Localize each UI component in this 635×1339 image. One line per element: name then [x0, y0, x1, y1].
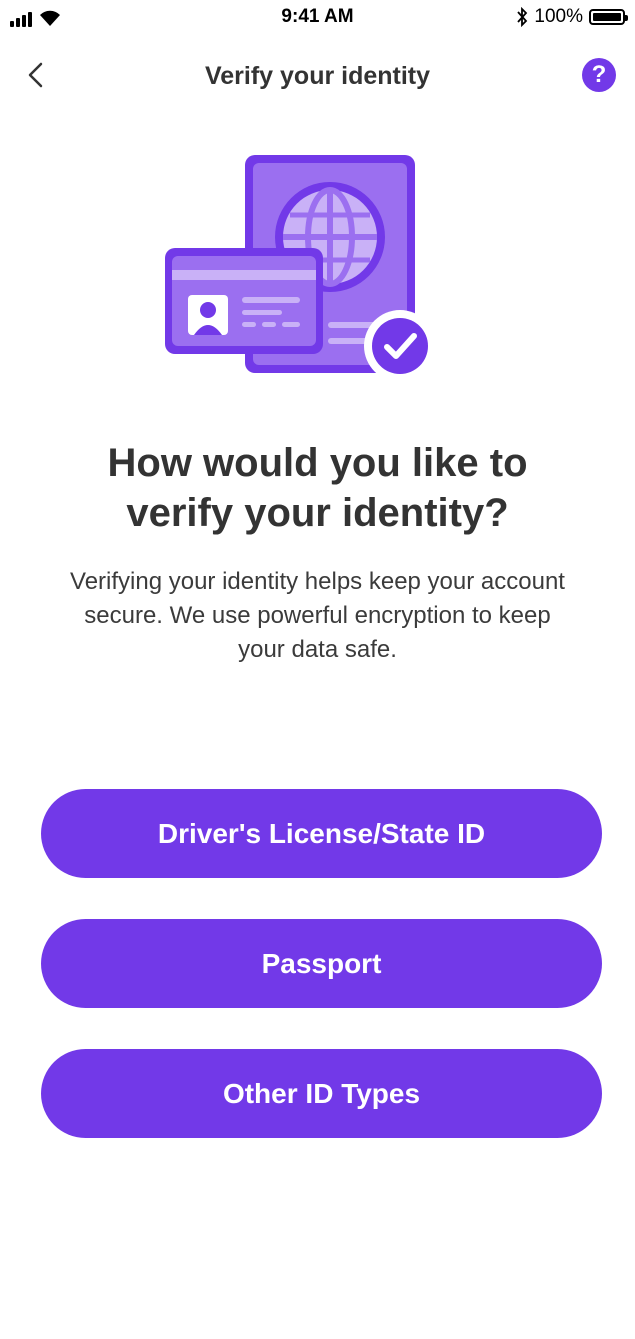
status-bar: 9:41 AM 100%	[0, 0, 635, 38]
passport-button[interactable]: Passport	[41, 919, 602, 1008]
headline-line-1: How would you like to	[107, 441, 528, 485]
headline-line-2: verify your identity?	[126, 491, 509, 535]
battery-icon	[589, 9, 628, 25]
drivers-license-button[interactable]: Driver's License/State ID	[41, 789, 602, 878]
page-title: Verify your identity	[204, 62, 431, 90]
description-text: Verifying your identity helps keep your …	[70, 568, 565, 663]
status-right: 100%	[516, 6, 628, 28]
bluetooth-icon	[517, 7, 528, 27]
other-id-types-button[interactable]: Other ID Types	[41, 1049, 602, 1138]
passport-id-card-illustration	[165, 155, 436, 382]
help-button[interactable]: ?	[582, 58, 616, 92]
nav-bar: Verify your identity ?	[0, 50, 635, 102]
headline: How would you like to verify your identi…	[40, 438, 595, 538]
battery-percentage: 100%	[534, 6, 583, 27]
identity-illustration	[160, 150, 440, 385]
